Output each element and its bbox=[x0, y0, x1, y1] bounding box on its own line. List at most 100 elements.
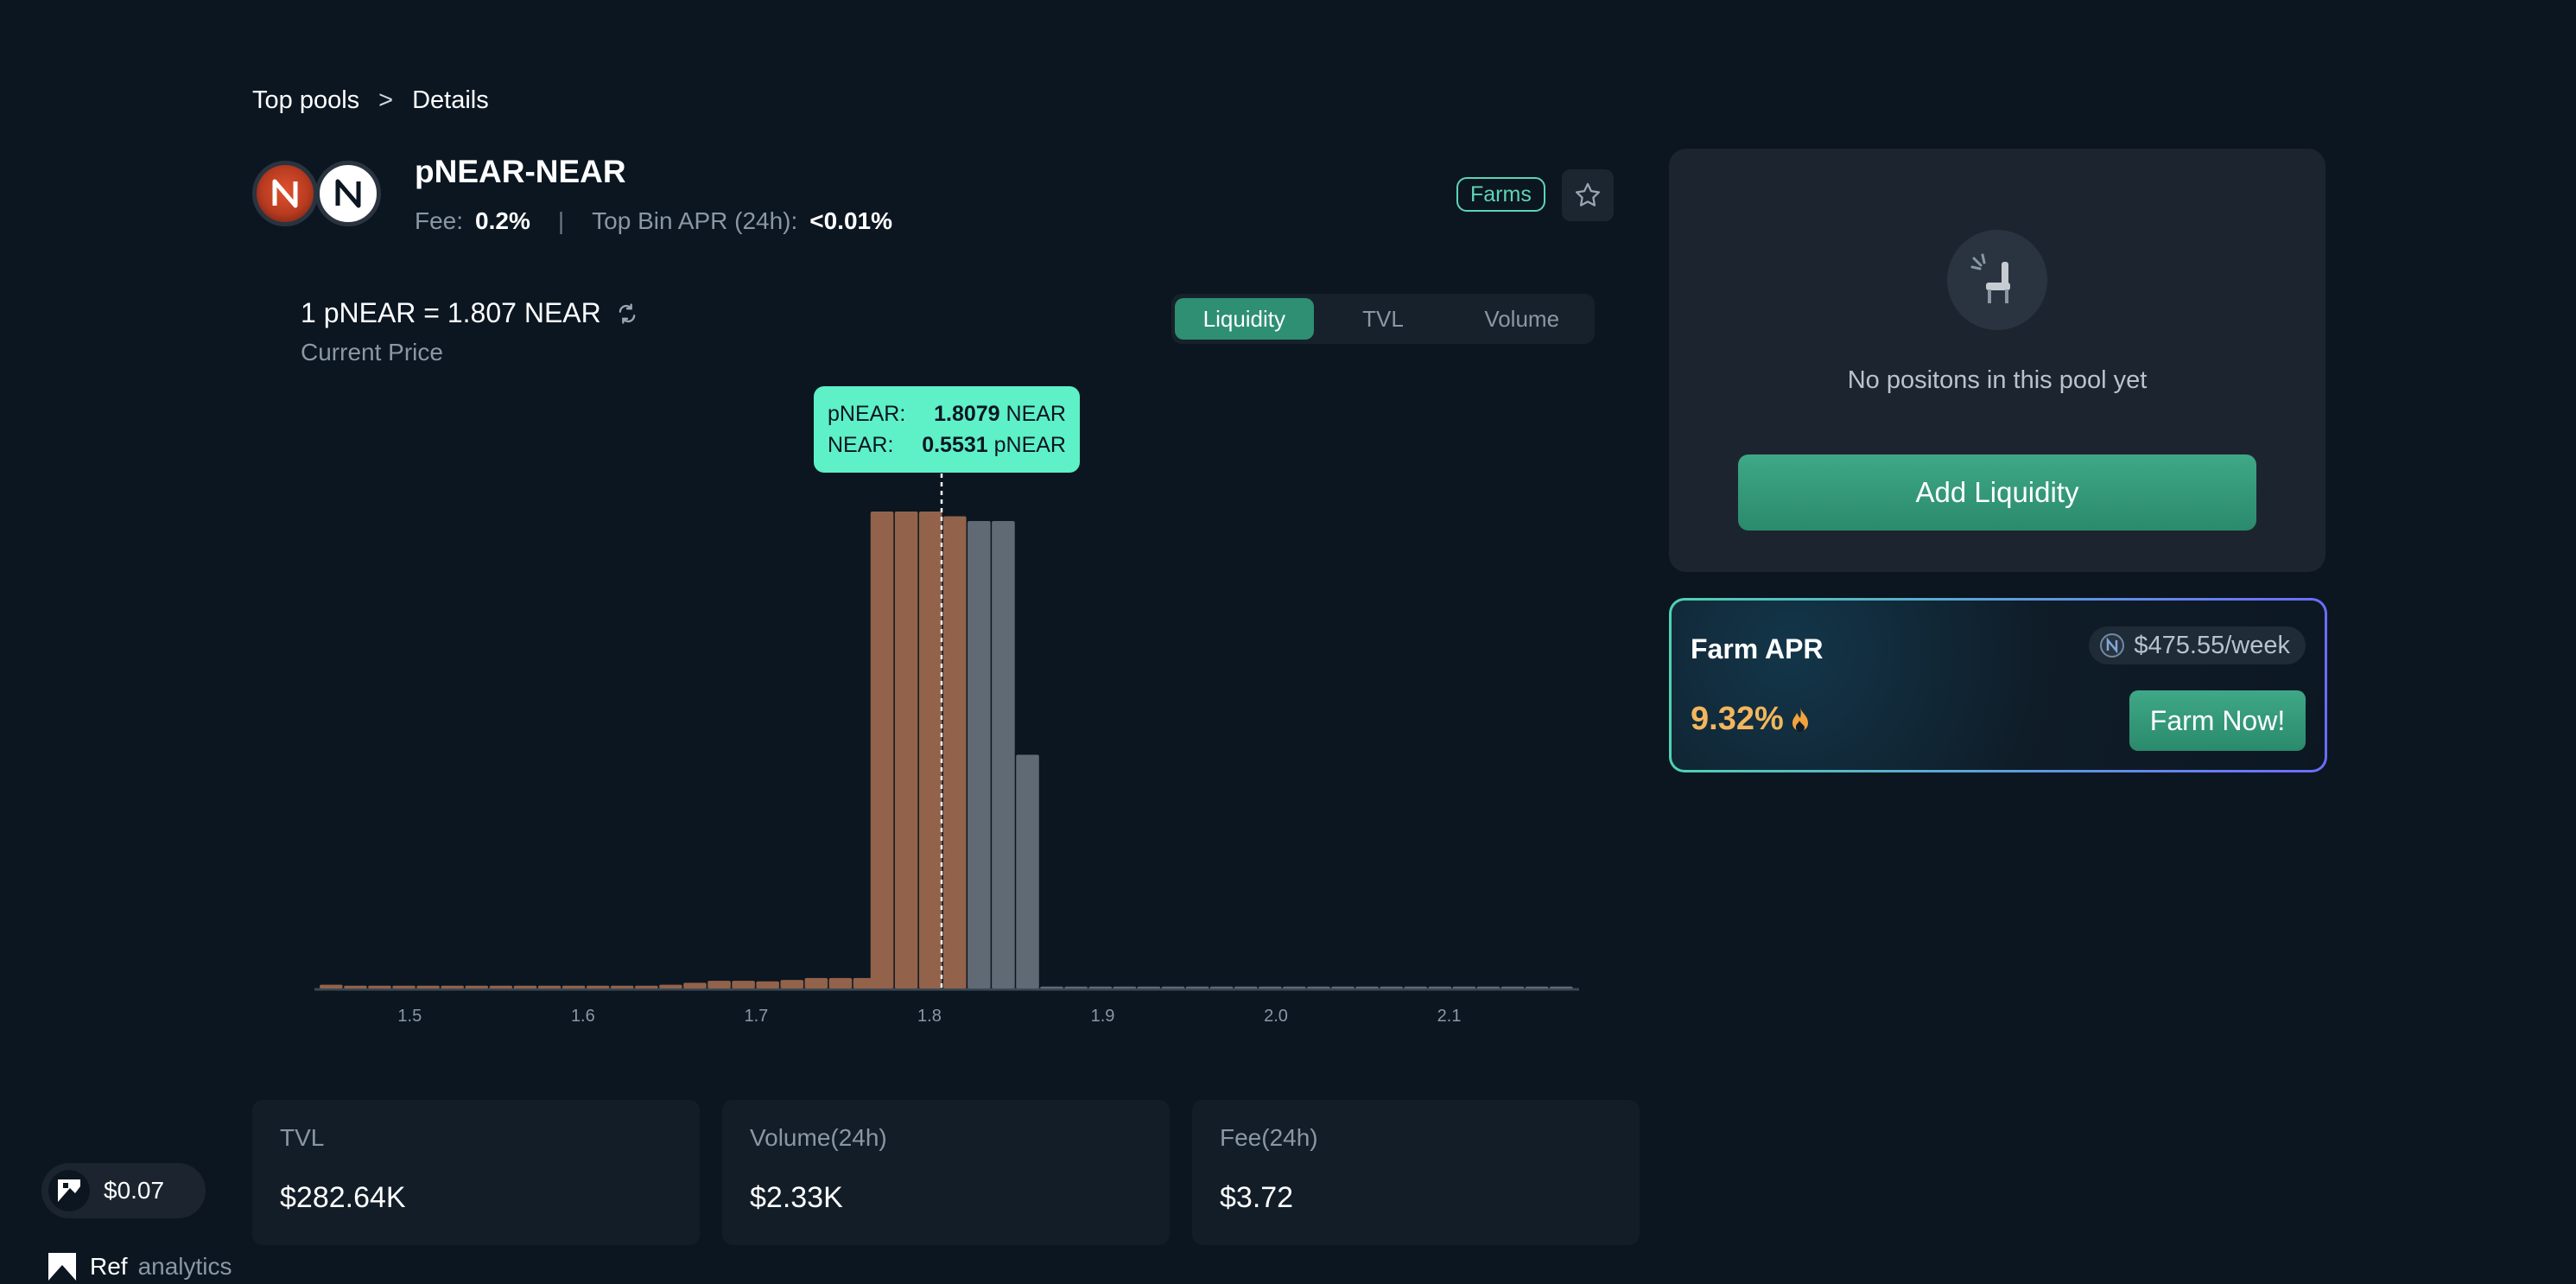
apr-label: Top Bin APR (24h): bbox=[592, 207, 798, 234]
liquidity-bin-bar[interactable] bbox=[1525, 986, 1549, 988]
liquidity-bin-bar[interactable] bbox=[1476, 986, 1501, 988]
liquidity-bin-bar[interactable] bbox=[1016, 754, 1039, 988]
liquidity-bin-bar[interactable] bbox=[732, 981, 755, 988]
pool-meta: Fee: 0.2% | Top Bin APR (24h): <0.01% bbox=[415, 207, 892, 235]
liquidity-bin-bar[interactable] bbox=[1380, 986, 1403, 988]
liquidity-bin-bar[interactable] bbox=[828, 977, 853, 988]
liquidity-bin-bar[interactable] bbox=[537, 985, 562, 988]
pool-title: pNEAR-NEAR bbox=[415, 154, 626, 189]
liquidity-bin-bar[interactable] bbox=[465, 985, 489, 988]
tab-tvl[interactable]: TVL bbox=[1314, 298, 1453, 340]
stat-value: $3.72 bbox=[1220, 1181, 1294, 1214]
liquidity-bin-bar[interactable] bbox=[804, 977, 828, 988]
liquidity-bin-bar[interactable] bbox=[756, 981, 779, 988]
empty-chair-icon bbox=[1947, 230, 2047, 330]
farm-now-button[interactable]: Farm Now! bbox=[2129, 690, 2306, 751]
liquidity-bin-bar[interactable] bbox=[489, 985, 513, 988]
near-token-icon bbox=[315, 161, 381, 226]
liquidity-bin-bar[interactable] bbox=[320, 984, 343, 988]
stat-label: Volume(24h) bbox=[750, 1124, 887, 1151]
add-liquidity-button[interactable]: Add Liquidity bbox=[1738, 454, 2256, 531]
price-text: 1 pNEAR = 1.807 NEAR bbox=[301, 297, 601, 328]
liquidity-bin-bar[interactable] bbox=[1404, 986, 1428, 988]
ref-footer-analytics: analytics bbox=[137, 1253, 232, 1280]
liquidity-bin-bar[interactable] bbox=[1113, 986, 1137, 988]
liquidity-bin-bar[interactable] bbox=[1064, 986, 1088, 988]
meta-divider: | bbox=[557, 207, 565, 234]
liquidity-bin-bar[interactable] bbox=[894, 512, 918, 988]
liquidity-bin-bar[interactable] bbox=[1234, 986, 1258, 988]
liquidity-bin-bar[interactable] bbox=[1452, 986, 1476, 988]
chart-tabs: Liquidity TVL Volume bbox=[1171, 294, 1595, 344]
liquidity-bin-bar[interactable] bbox=[1040, 986, 1063, 988]
liquidity-bin-bar[interactable] bbox=[659, 984, 682, 988]
liquidity-bin-bar[interactable] bbox=[683, 982, 707, 988]
stat-value: $282.64K bbox=[280, 1181, 406, 1214]
breadcrumb-top-pools-link[interactable]: Top pools bbox=[252, 86, 359, 115]
stat-card-fee: Fee(24h) $3.72 bbox=[1192, 1100, 1640, 1245]
ref-price-pill[interactable]: $0.07 bbox=[41, 1163, 206, 1218]
liquidity-bin-bar[interactable] bbox=[1088, 986, 1113, 988]
liquidity-bin-bar[interactable] bbox=[780, 980, 804, 988]
liquidity-bin-bar[interactable] bbox=[942, 516, 967, 988]
liquidity-bin-bar[interactable] bbox=[586, 985, 610, 988]
tooltip-near-value: 0.5531 bbox=[922, 433, 988, 457]
farms-badge[interactable]: Farms bbox=[1456, 177, 1545, 212]
tab-liquidity[interactable]: Liquidity bbox=[1175, 298, 1314, 340]
star-icon bbox=[1575, 182, 1601, 207]
liquidity-bin-bar[interactable] bbox=[610, 985, 634, 988]
liquidity-bin-bar[interactable] bbox=[1209, 986, 1234, 988]
swap-direction-icon[interactable] bbox=[615, 302, 639, 326]
tooltip-pnear-value: 1.8079 bbox=[934, 402, 1000, 426]
farm-apr-title: Farm APR bbox=[1691, 633, 1824, 664]
breadcrumb: Top pools > Details bbox=[252, 86, 489, 115]
ref-price: $0.07 bbox=[104, 1177, 165, 1204]
liquidity-bin-bar[interactable] bbox=[870, 512, 894, 988]
favorite-button[interactable] bbox=[1562, 169, 1614, 221]
liquidity-bin-bar[interactable] bbox=[1355, 986, 1379, 988]
current-price: 1 pNEAR = 1.807 NEAR bbox=[301, 297, 639, 329]
liquidity-bin-bar[interactable] bbox=[1307, 986, 1330, 988]
farm-apr-text: 9.32% bbox=[1691, 701, 1784, 737]
ref-footer-logo-icon bbox=[48, 1253, 76, 1281]
breadcrumb-current: Details bbox=[412, 86, 489, 114]
liquidity-bin-bar[interactable] bbox=[1137, 986, 1161, 988]
current-price-caption: Current Price bbox=[301, 339, 443, 365]
liquidity-bin-bar[interactable] bbox=[1331, 986, 1355, 988]
fee-value: 0.2% bbox=[475, 207, 530, 234]
liquidity-bin-bar[interactable] bbox=[968, 521, 991, 988]
x-tick-label: 1.7 bbox=[744, 1007, 768, 1026]
tab-volume[interactable]: Volume bbox=[1452, 298, 1591, 340]
ref-analytics-footer[interactable]: Ref analytics bbox=[45, 1249, 232, 1284]
liquidity-bin-bar[interactable] bbox=[918, 512, 942, 988]
liquidity-bin-bar[interactable] bbox=[707, 981, 731, 988]
x-tick-label: 1.6 bbox=[571, 1007, 595, 1026]
liquidity-bin-bar[interactable] bbox=[562, 985, 586, 988]
farm-reward-pill: $475.55/week bbox=[2089, 626, 2306, 664]
liquidity-bin-bar[interactable] bbox=[368, 985, 391, 988]
tooltip-pnear-label: pNEAR: bbox=[828, 402, 906, 426]
liquidity-bin-bar[interactable] bbox=[992, 521, 1015, 988]
liquidity-bin-bar[interactable] bbox=[1428, 986, 1452, 988]
liquidity-bin-bar[interactable] bbox=[635, 985, 658, 988]
tooltip-near-unit: pNEAR bbox=[993, 433, 1066, 457]
ref-logo-icon bbox=[48, 1170, 90, 1211]
liquidity-bin-bar[interactable] bbox=[1283, 986, 1306, 988]
liquidity-bin-bar[interactable] bbox=[344, 985, 367, 988]
x-tick-label: 1.8 bbox=[917, 1007, 942, 1026]
breadcrumb-separator: > bbox=[378, 86, 394, 114]
liquidity-bin-bar[interactable] bbox=[1161, 986, 1185, 988]
liquidity-bin-bar[interactable] bbox=[1501, 986, 1525, 988]
stat-label: Fee(24h) bbox=[1220, 1124, 1318, 1151]
liquidity-bin-bar[interactable] bbox=[392, 985, 416, 988]
liquidity-bin-bar[interactable] bbox=[1185, 986, 1209, 988]
tooltip-pnear-unit: NEAR bbox=[1006, 402, 1066, 426]
liquidity-bin-bar[interactable] bbox=[441, 985, 464, 988]
liquidity-bin-bar[interactable] bbox=[513, 985, 537, 988]
liquidity-bin-bar[interactable] bbox=[1549, 986, 1573, 988]
farm-apr-value: 9.32% bbox=[1691, 701, 1811, 738]
x-tick-label: 2.0 bbox=[1264, 1007, 1288, 1026]
liquidity-bin-bar[interactable] bbox=[416, 985, 440, 988]
farm-reward-text: $475.55/week bbox=[2134, 631, 2290, 659]
liquidity-bin-bar[interactable] bbox=[1258, 986, 1282, 988]
